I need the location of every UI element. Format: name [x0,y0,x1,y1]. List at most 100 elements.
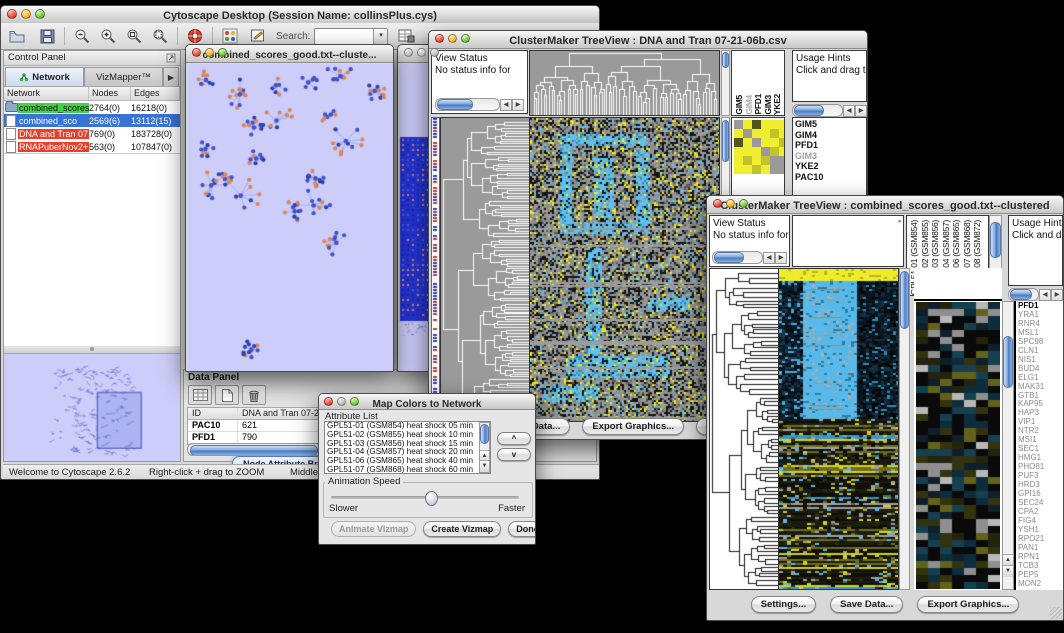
search-dropdown-arrow[interactable]: ▾ [373,29,387,44]
matrix-cell[interactable] [761,120,770,129]
matrix-cell[interactable] [752,138,761,147]
export-graphics-button[interactable]: Export Graphics... [917,596,1019,613]
attribute-list-vscrollbar[interactable]: ▲ ▼ [479,422,490,473]
close-button[interactable] [324,397,333,406]
matrix-cell[interactable] [734,147,743,156]
panel-splitter[interactable] [4,346,180,353]
matrix-cell[interactable] [779,147,785,156]
vizmapper-icon[interactable] [220,26,240,46]
matrix-cell[interactable] [770,147,779,156]
tv1-titlebar[interactable]: ClusterMaker TreeView : DNA and Tran 07-… [429,31,867,49]
matrix-cell[interactable] [779,138,785,147]
matrix-cell[interactable] [779,156,785,165]
matrix-cell[interactable] [734,120,743,129]
attribute-table-icon[interactable] [188,385,212,405]
close-button[interactable] [404,48,413,57]
matrix-cell[interactable] [743,156,752,165]
tv1-global-heatmap[interactable] [529,117,720,422]
scroll-left-icon[interactable]: ◀ [763,252,775,264]
network-row[interactable]: DNA and Tran 07769(0)183728(0) [4,127,180,140]
tv2-row-dendrogram[interactable] [709,268,779,590]
zoom-window-button[interactable] [739,199,748,208]
matrix-cell[interactable] [779,129,785,138]
matrix-cell[interactable] [752,120,761,129]
tv2-column-dendrogram-area[interactable]: ▸ [792,215,904,267]
open-folder-icon[interactable] [7,26,27,46]
zoom-window-button[interactable] [35,9,45,19]
matrix-cell[interactable] [734,138,743,147]
network-row[interactable]: combined_sco2569(6)13112(15) [4,114,180,127]
matrix-cell[interactable] [761,147,770,156]
attribute-browser-icon[interactable] [396,26,416,46]
matrix-cell[interactable] [770,129,779,138]
minimize-button[interactable] [205,48,214,57]
matrix-cell[interactable] [761,138,770,147]
matrix-cell[interactable] [770,138,779,147]
attribute-list-item[interactable]: GPL51-07 (GSM868) heat shock 60 min [325,466,490,474]
matrix-cell[interactable] [761,156,770,165]
help-lifering-icon[interactable] [185,26,205,46]
zoom-in-icon[interactable] [98,26,118,46]
animate-vizmap-button[interactable]: Animate Vizmap [331,521,416,537]
settings-button[interactable]: Settings... [751,596,816,613]
tv2-titlebar[interactable]: ClusterMaker TreeView : combined_scores_… [707,196,1063,214]
scroll-right-icon[interactable]: ▶ [512,99,524,111]
animation-speed-slider[interactable] [331,496,519,499]
create-vizmap-button[interactable]: Create Vizmap [423,521,501,537]
minimize-button[interactable] [726,199,735,208]
close-button[interactable] [192,48,201,57]
matrix-cell[interactable] [743,120,752,129]
matrix-cell[interactable] [752,147,761,156]
zoom-out-icon[interactable] [72,26,92,46]
network-birdseye-view[interactable] [4,353,180,461]
matrix-cell[interactable] [770,120,779,129]
new-attribute-icon[interactable] [215,385,239,405]
close-button[interactable] [7,9,17,19]
matrix-cell[interactable] [734,156,743,165]
save-data-button[interactable]: Save Data... [830,596,903,613]
tv2-global-heatmap[interactable] [778,268,899,590]
resize-grip[interactable] [1050,607,1062,619]
matrix-cell[interactable] [770,165,779,174]
tv2-zoom-heatmap[interactable] [916,302,1000,589]
delete-attribute-icon[interactable] [242,385,266,405]
network-row[interactable]: combined_scores2764(0)16218(0) [4,101,180,114]
tab-vizmapper[interactable]: VizMapper™ [84,67,163,86]
matrix-cell[interactable] [734,129,743,138]
attribute-list[interactable]: GPL51-01 (GSM854) heat shock 05 minGPL51… [324,421,491,474]
minimize-button[interactable] [448,34,457,43]
undock-icon[interactable] [166,53,176,63]
network-row[interactable]: RNAPuberNov2+563(0)107847(0) [4,140,180,153]
export-graphics-button[interactable]: Export Graphics... [582,418,684,435]
scroll-down-icon[interactable]: ▼ [480,460,489,472]
zoom-window-button[interactable] [218,48,227,57]
zoom-window-button[interactable] [430,48,439,57]
zoom-selected-icon[interactable] [124,26,144,46]
tv2-gene-list-vscrollbar[interactable]: ▲ ▼ [1002,301,1014,590]
search-input[interactable]: ▾ [314,28,388,45]
tv2-view-status-hscrollbar[interactable]: ◀▶ [712,251,787,264]
matrix-cell[interactable] [779,165,785,174]
tv2-usage-hscrollbar[interactable]: ◀▶ [1008,288,1063,301]
scroll-left-icon[interactable]: ◀ [500,99,512,111]
tv2-zoom-view[interactable] [914,268,1002,590]
matrix-cell[interactable] [743,138,752,147]
move-down-button[interactable]: v [497,448,531,461]
net1-titlebar[interactable]: combined_scores_good.txt--cluste... [186,45,393,63]
tv1-column-dendrogram[interactable] [529,50,720,116]
matrix-cell[interactable] [743,129,752,138]
scroll-right-icon[interactable]: ▶ [855,105,867,117]
close-button[interactable] [435,34,444,43]
matrix-cell[interactable] [752,156,761,165]
tv1-usage-hscrollbar[interactable]: ◀▶ [792,104,867,117]
matrix-cell[interactable] [743,147,752,156]
network-view-canvas[interactable] [188,64,393,371]
annotation-icon[interactable] [248,26,268,46]
view-status-hscrollbar[interactable]: ◀▶ [435,98,524,111]
scroll-right-icon[interactable]: ▶ [775,252,787,264]
zoom-fit-icon[interactable] [150,26,170,46]
minimize-button[interactable] [21,9,31,19]
matrix-cell[interactable] [761,165,770,174]
matrix-cell[interactable] [752,165,761,174]
minimize-button[interactable] [337,397,346,406]
